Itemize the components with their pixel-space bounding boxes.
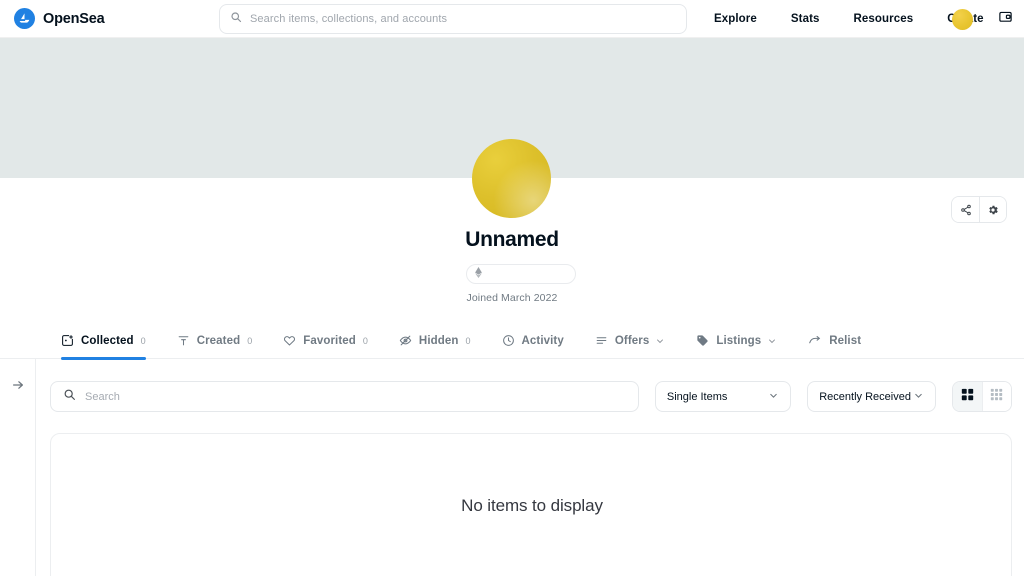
items-empty-state-card: No items to display [50,433,1012,576]
page-title: Unnamed [465,228,559,251]
filter-sidebar [0,359,36,576]
nav-item-resources[interactable]: Resources [837,0,931,38]
search-placeholder: Search [85,390,120,403]
tab-collected-label: Collected [81,334,134,347]
tab-relist[interactable]: Relist [808,323,861,359]
global-search-placeholder: Search items, collections, and accounts [250,13,448,25]
avatar [951,8,973,30]
tab-favorited-label: Favorited [303,334,356,347]
active-tab-indicator [61,357,146,360]
arrow-right-icon[interactable] [6,373,30,397]
search-icon [63,388,76,406]
tab-hidden-label: Hidden [418,334,459,347]
tab-created-label: Created [196,334,241,347]
joined-date: Joined March 2022 [466,292,558,304]
opensea-profile-page: OpenSea Search items, collections, and a… [0,0,1024,576]
tab-offers[interactable]: Offers [595,323,665,359]
sailboat-icon [14,8,35,29]
tab-favorited-count: 0 [362,335,368,346]
chevron-down-icon [913,390,924,404]
share-button[interactable] [952,197,979,222]
chevron-down-icon [655,336,665,346]
tab-listings-label: Listings [716,334,762,347]
tab-collected-count: 0 [140,335,146,346]
tab-relist-label: Relist [829,334,862,347]
tab-created[interactable]: Created 0 [177,323,253,359]
tag-icon [696,334,709,347]
chevron-down-icon [767,336,777,346]
grid-2x2-icon [961,388,974,406]
tab-collected[interactable]: Collected 0 [61,323,146,360]
item-type-dropdown[interactable]: Single Items [654,381,792,412]
tab-hidden[interactable]: Hidden 0 [399,323,471,359]
sort-value: Recently Received [819,390,911,403]
top-navigation-bar: OpenSea Search items, collections, and a… [0,0,1024,38]
grid-large-view-button[interactable] [952,382,982,411]
tab-favorited[interactable]: Favorited 0 [283,323,368,359]
grid-small-view-button[interactable] [981,382,1011,411]
clock-icon [502,334,515,347]
collected-icon [61,334,74,347]
list-icon [595,334,608,347]
tab-created-count: 0 [247,335,253,346]
wallet-address-pill[interactable] [466,264,576,284]
brand-home-link[interactable]: OpenSea [0,8,210,29]
search-input[interactable]: Search [50,381,639,412]
tab-activity-label: Activity [521,334,564,347]
empty-state-message: No items to display [461,496,603,515]
grid-3x3-icon [990,388,1003,406]
tab-activity[interactable]: Activity [502,323,564,359]
profile-avatar[interactable] [472,139,551,218]
profile-tabs: Collected 0 Created 0 Favorited 0 Hidden… [0,323,1024,360]
sort-dropdown[interactable]: Recently Received [807,381,936,412]
chevron-down-icon [768,390,779,404]
created-icon [177,334,190,347]
ethereum-icon [475,265,482,283]
wallet-button[interactable] [986,0,1024,38]
global-search-input[interactable]: Search items, collections, and accounts [219,4,687,34]
relist-arrow-icon [808,334,822,348]
search-icon [230,10,242,28]
tab-hidden-count: 0 [465,335,471,346]
items-toolbar: Search Single Items Recently Received [50,381,1012,412]
nav-item-stats[interactable]: Stats [774,0,837,38]
brand-name: OpenSea [43,10,105,27]
item-type-value: Single Items [666,390,728,403]
eye-off-icon [399,334,412,347]
wallet-icon [998,9,1013,29]
nav-item-explore[interactable]: Explore [697,0,774,38]
settings-button[interactable] [979,197,1006,222]
view-mode-toggle [951,381,1012,412]
tab-offers-label: Offers [614,334,650,347]
profile-action-buttons [951,196,1007,223]
tab-listings[interactable]: Listings [696,323,777,359]
account-menu-button[interactable] [940,0,984,38]
heart-icon [283,334,296,347]
